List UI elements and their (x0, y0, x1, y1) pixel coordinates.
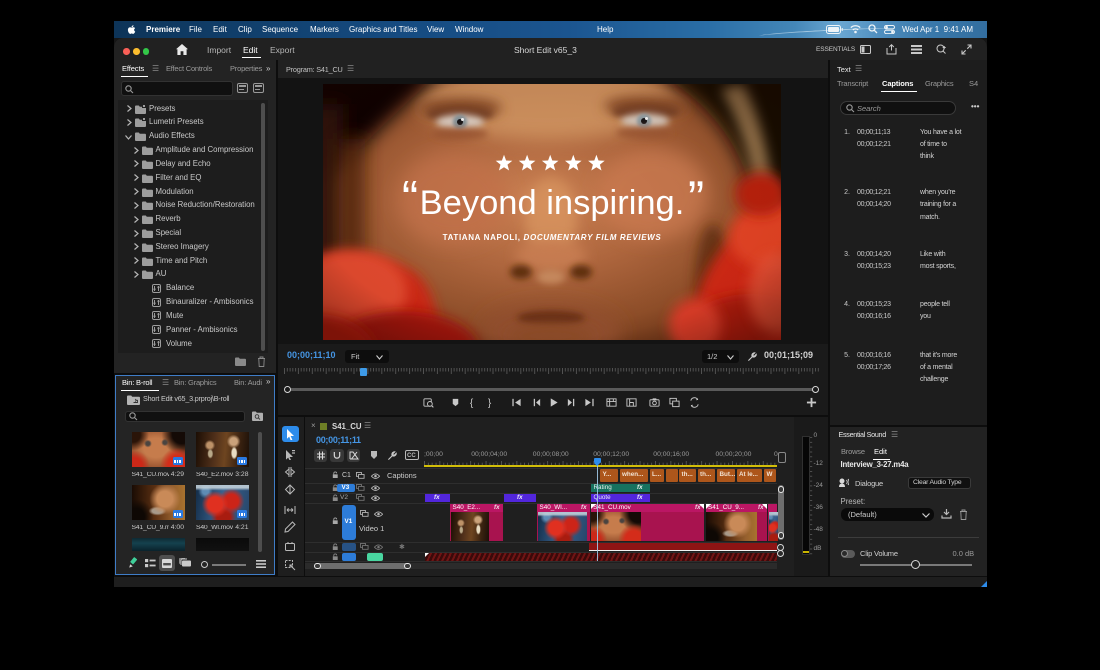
svg-text:Beyond inspiring.: Beyond inspiring. (420, 184, 685, 222)
svg-text:“: “ (402, 172, 418, 226)
svg-text:TATIANA NAPOLI, DOCUMENTARY FI: TATIANA NAPOLI, DOCUMENTARY FILM REVIEWS (443, 233, 662, 242)
svg-text:”: ” (688, 172, 704, 226)
svg-text:}: } (488, 398, 492, 408)
svg-text:{: { (470, 398, 474, 408)
